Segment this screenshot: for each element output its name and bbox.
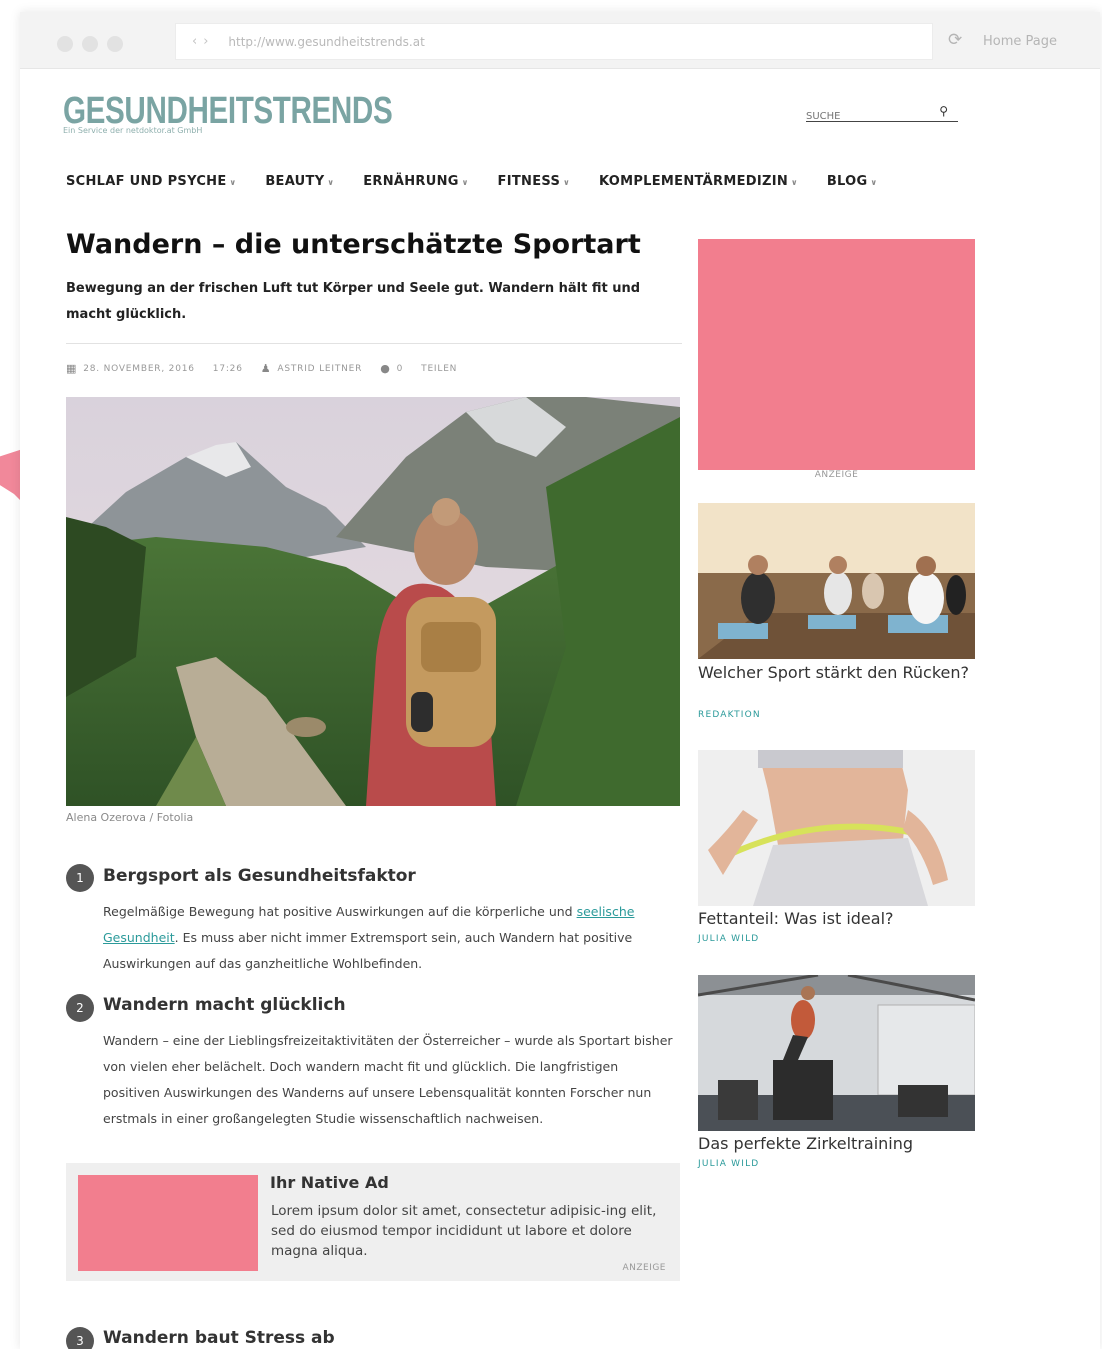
share-link[interactable]: TEILEN [421, 364, 457, 374]
card-image-yoga[interactable] [698, 503, 975, 659]
site-tagline: Ein Service der netdoktor.at GmbH [63, 126, 203, 135]
chevron-down-icon: ∨ [327, 178, 335, 187]
section-paragraph: Regelmäßige Bewegung hat positive Auswir… [103, 899, 678, 977]
card-image-gym[interactable] [698, 975, 975, 1131]
url-text: http://www.gesundheitstrends.at [228, 34, 425, 49]
sidebar-ad[interactable] [698, 239, 975, 470]
card-author[interactable]: REDAKTION [698, 710, 761, 720]
article-date: 28. NOVEMBER, 2016 [83, 363, 195, 374]
browser-window: ‹› http://www.gesundheitstrends.at ⟳ Hom… [20, 12, 1100, 1349]
window-controls [57, 36, 123, 52]
article-time: 17:26 [212, 363, 243, 374]
nav-item-komplementaermedizin[interactable]: KOMPLEMENTÄRMEDIZIN ∨ [599, 174, 798, 189]
maximize-dot[interactable] [107, 36, 123, 52]
page-content: GESUNDHEITSTRENDS Ein Service der netdok… [20, 69, 1100, 1349]
native-ad-heading[interactable]: Ihr Native Ad [270, 1173, 389, 1192]
hiker-mountain-photo [66, 397, 680, 806]
native-ad-label: ANZEIGE [622, 1263, 666, 1273]
chevron-down-icon: ∨ [461, 178, 469, 187]
address-bar[interactable]: ‹› http://www.gesundheitstrends.at [175, 23, 933, 60]
browser-toolbar: ‹› http://www.gesundheitstrends.at ⟳ Hom… [20, 12, 1100, 69]
chevron-down-icon: ∨ [229, 178, 237, 187]
card-title[interactable]: Fettanteil: Was ist ideal? [698, 908, 975, 930]
article-lead: Bewegung an der frischen Luft tut Körper… [66, 281, 641, 322]
nav-label: SCHLAF UND PSYCHE [66, 174, 227, 189]
user-icon: ♟ [260, 362, 272, 375]
home-page-link[interactable]: Home Page [983, 34, 1057, 49]
nav-item-beauty[interactable]: BEAUTY ∨ [265, 174, 334, 189]
native-ad-text: Lorem ipsum dolor sit amet, consectetur … [271, 1203, 657, 1259]
chevron-down-icon: ∨ [791, 178, 798, 187]
paragraph-text: . Es muss aber nicht immer Extremsport s… [103, 930, 633, 971]
section-number: 3 [66, 1327, 94, 1349]
section-paragraph: Wandern – eine der Lieblingsfreizeitakti… [103, 1033, 673, 1126]
nav-item-fitness[interactable]: FITNESS ∨ [498, 174, 570, 189]
card-title[interactable]: Welcher Sport stärkt den Rücken? [698, 662, 975, 684]
paragraph-text: Regelmäßige Bewegung hat positive Auswir… [103, 904, 577, 919]
image-caption: Alena Ozerova / Fotolia [66, 811, 194, 824]
minimize-dot[interactable] [82, 36, 98, 52]
nav-label: FITNESS [497, 174, 561, 189]
section-heading: Wandern macht glücklich [103, 995, 346, 1015]
nav-label: BLOG [826, 174, 868, 189]
card-author[interactable]: JULIA WILD [698, 934, 759, 944]
yoga-beach-photo [698, 503, 975, 659]
chevron-down-icon: ∨ [563, 178, 570, 187]
search-input[interactable] [806, 111, 926, 122]
measuring-tape-photo [698, 750, 975, 906]
gym-box-jump-photo [698, 975, 975, 1131]
article-meta: ▦ 28. NOVEMBER, 2016 17:26 ♟ ASTRID LEIT… [66, 362, 465, 375]
nav-item-blog[interactable]: BLOG ∨ [827, 174, 877, 189]
section-number: 1 [66, 864, 94, 892]
close-dot[interactable] [57, 36, 73, 52]
section-heading: Bergsport als Gesundheitsfaktor [103, 866, 416, 886]
nav-item-ernaehrung[interactable]: ERNÄHRUNG ∨ [363, 174, 468, 189]
sidebar-ad-label: ANZEIGE [814, 470, 859, 480]
main-navigation: SCHLAF UND PSYCHE ∨ BEAUTY ∨ ERNÄHRUNG ∨ FI… [66, 174, 906, 189]
card-title[interactable]: Das perfekte Zirkeltraining [698, 1133, 975, 1155]
comment-icon: ● [380, 362, 391, 375]
divider [66, 343, 682, 344]
calendar-icon: ▦ [66, 362, 78, 375]
site-logo[interactable]: GESUNDHEITSTRENDS [63, 92, 393, 130]
nav-label: BEAUTY [265, 174, 325, 189]
search-icon[interactable]: ⚲ [939, 104, 948, 118]
native-ad-image[interactable] [78, 1175, 258, 1271]
article-author[interactable]: ASTRID LEITNER [277, 364, 362, 374]
section-number: 2 [66, 994, 94, 1022]
card-image-waist[interactable] [698, 750, 975, 906]
back-forward-icon[interactable]: ‹› [192, 34, 214, 49]
article-title: Wandern – die unterschätzte Sportart [66, 229, 641, 260]
native-ad[interactable]: Ihr Native Ad Lorem ipsum dolor sit amet… [66, 1163, 680, 1281]
nav-item-schlaf-und-psyche[interactable]: SCHLAF UND PSYCHE ∨ [66, 174, 236, 189]
comment-count[interactable]: 0 [397, 364, 404, 374]
nav-label: KOMPLEMENTÄRMEDIZIN [598, 174, 789, 189]
section-heading: Wandern baut Stress ab [103, 1328, 335, 1348]
reload-icon[interactable]: ⟳ [948, 30, 962, 50]
chevron-down-icon: ∨ [870, 178, 878, 187]
card-author[interactable]: JULIA WILD [698, 1159, 759, 1169]
search-box: ⚲ [806, 104, 958, 122]
hero-image [66, 397, 680, 806]
nav-label: ERNÄHRUNG [363, 174, 459, 189]
